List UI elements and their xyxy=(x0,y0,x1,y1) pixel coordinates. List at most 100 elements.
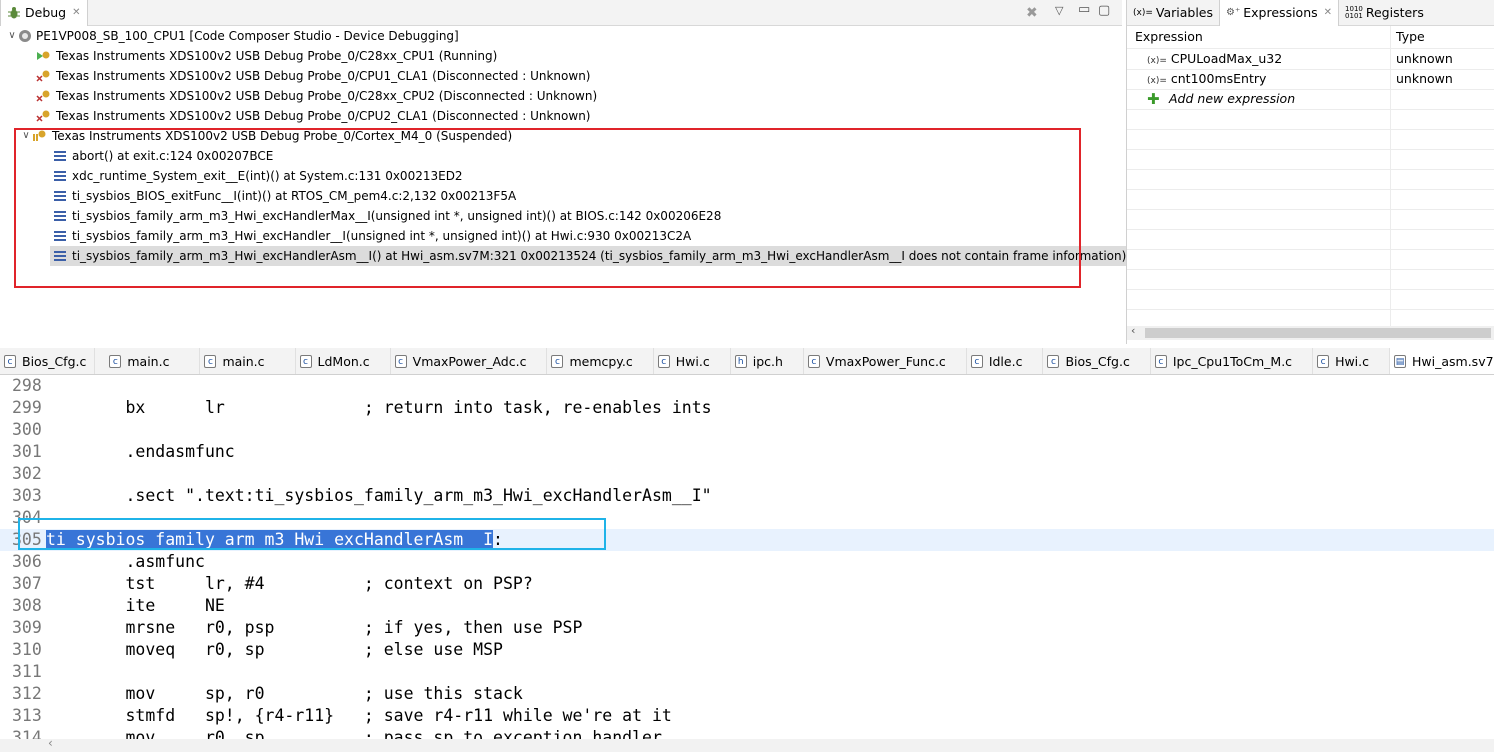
tab-expressions-label: Expressions xyxy=(1243,5,1318,20)
code-line: 313 stmfd sp!, {r4-r11} ; save r4-r11 wh… xyxy=(0,705,1494,727)
expression-var-icon: (x)= xyxy=(1147,56,1167,66)
label-annotation-box xyxy=(18,518,606,550)
editor-tab[interactable]: h ipc.h xyxy=(731,348,804,374)
close-icon[interactable]: ✕ xyxy=(1324,7,1332,18)
c-file-icon: c xyxy=(1154,354,1167,368)
editor-tab[interactable]: c memcpy.c xyxy=(547,348,654,374)
tree-probe-label: Texas Instruments XDS100v2 USB Debug Pro… xyxy=(56,89,598,103)
code-text: mov sp, r0 ; use this stack xyxy=(46,684,523,703)
editor-tab[interactable]: c Ipc_Cpu1ToCm_M.c xyxy=(1151,348,1314,374)
tree-root-label: PE1VP008_SB_100_CPU1 [Code Composer Stud… xyxy=(36,29,459,43)
tree-probe[interactable]: Texas Instruments XDS100v2 USB Debug Pro… xyxy=(36,86,597,106)
line-number: 300 xyxy=(12,420,42,439)
editor-tab[interactable]: c Idle.c xyxy=(967,348,1044,374)
tree-root[interactable]: ∨ PE1VP008_SB_100_CPU1 [Code Composer St… xyxy=(6,26,459,46)
editor-tab-label: Hwi.c xyxy=(1335,353,1370,369)
expression-name: cnt100msEntry xyxy=(1170,71,1267,86)
tab-variables[interactable]: (x)= Variables xyxy=(1127,0,1219,26)
editor-tab[interactable]: c Bios_Cfg.c xyxy=(0,348,96,374)
expression-row[interactable]: (x)= cnt100msEntry unknown xyxy=(1127,69,1494,89)
code-text: stmfd sp!, {r4-r11} ; save r4-r11 while … xyxy=(46,706,672,725)
debug-tabbar: Debug ✕ ✖ ▽ ▭ ▢ xyxy=(0,0,1122,26)
expression-row[interactable]: (x)= CPULoadMax_u32 unknown xyxy=(1127,49,1494,69)
remove-all-terminated-icon[interactable]: ✖ xyxy=(1026,5,1038,21)
line-number: 308 xyxy=(12,596,42,615)
tree-probe[interactable]: Texas Instruments XDS100v2 USB Debug Pro… xyxy=(36,106,590,126)
line-number: 307 xyxy=(12,574,42,593)
column-header-type[interactable]: Type xyxy=(1396,27,1425,47)
c-file-icon: c xyxy=(204,354,217,368)
asm-file-icon: ▤ xyxy=(1394,354,1407,368)
code-line: 302 xyxy=(0,463,1494,485)
close-icon[interactable]: ✕ xyxy=(72,7,80,18)
code-text: mrsne r0, psp ; if yes, then use PSP xyxy=(46,618,583,637)
line-number: 303 xyxy=(12,486,42,505)
chevron-down-icon[interactable]: ∨ xyxy=(6,26,18,46)
right-tabbar: (x)= Variables ⚙⁺ Expressions ✕ 1010 0101… xyxy=(1127,0,1494,26)
editor-tab-label: main.c xyxy=(222,353,265,369)
tab-variables-label: Variables xyxy=(1155,5,1214,20)
tab-expressions[interactable]: ⚙⁺ Expressions ✕ xyxy=(1219,0,1340,26)
h-file-icon: h xyxy=(734,354,747,368)
code-line: 299 bx lr ; return into task, re-enables… xyxy=(0,397,1494,419)
scroll-left-icon[interactable]: ‹ xyxy=(1131,324,1135,337)
horizontal-scrollbar[interactable]: ‹ xyxy=(1127,324,1494,340)
code-line: 309 mrsne r0, psp ; if yes, then use PSP xyxy=(0,617,1494,639)
tab-debug[interactable]: Debug ✕ xyxy=(0,0,88,26)
editor-tab[interactable]: c Hwi.c xyxy=(1313,348,1391,374)
editor-tab[interactable]: c VmaxPower_Func.c xyxy=(804,348,967,374)
code-text: .sect ".text:ti_sysbios_family_arm_m3_Hw… xyxy=(46,486,712,505)
editor-tab-label: ipc.h xyxy=(752,353,783,369)
line-number: 299 xyxy=(12,398,42,417)
editor-tab-active[interactable]: ▤ Hwi_asm.sv7M xyxy=(1390,348,1494,374)
add-new-expression[interactable]: ✚ Add new expression xyxy=(1127,89,1494,109)
editor-tab-label: Ipc_Cpu1ToCm_M.c xyxy=(1172,353,1293,369)
editor-tab[interactable]: c VmaxPower_Adc.c xyxy=(391,348,548,374)
editor-horizontal-scrollbar[interactable]: ‹ xyxy=(0,736,1494,752)
tab-registers[interactable]: 1010 0101 Registers xyxy=(1339,0,1430,26)
code-line: 307 tst lr, #4 ; context on PSP? xyxy=(0,573,1494,595)
line-number: 312 xyxy=(12,684,42,703)
code-editor[interactable]: 298 299 bx lr ; return into task, re-ena… xyxy=(0,375,1494,739)
editor-tab[interactable]: c Hwi.c xyxy=(654,348,731,374)
c-file-icon: c xyxy=(4,354,16,368)
code-text: moveq r0, sp ; else use MSP xyxy=(46,640,503,659)
tab-debug-label: Debug xyxy=(25,5,67,20)
editor-tab[interactable]: c LdMon.c xyxy=(296,348,391,374)
maximize-icon[interactable]: ▢ xyxy=(1098,3,1110,18)
disconnected-probe-icon xyxy=(36,108,52,124)
code-text: .asmfunc xyxy=(46,552,205,571)
expression-type: unknown xyxy=(1396,71,1453,86)
c-file-icon: c xyxy=(657,354,670,368)
code-text: tst lr, #4 ; context on PSP? xyxy=(46,574,533,593)
tree-probe-label: Texas Instruments XDS100v2 USB Debug Pro… xyxy=(56,69,591,83)
editor-tab[interactable]: c Bios_Cfg.c xyxy=(1043,348,1151,374)
expression-var-icon: (x)= xyxy=(1147,76,1167,86)
code-line: 311 xyxy=(0,661,1494,683)
code-line: 310 moveq r0, sp ; else use MSP xyxy=(0,639,1494,661)
line-number: 309 xyxy=(12,618,42,637)
expression-type: unknown xyxy=(1396,51,1453,66)
expression-name: CPULoadMax_u32 xyxy=(1170,51,1283,66)
editor-tab[interactable]: c main.c xyxy=(200,348,296,374)
editor-tab[interactable]: c main.c xyxy=(95,348,201,374)
code-line: 306 .asmfunc xyxy=(0,551,1494,573)
tree-probe[interactable]: Texas Instruments XDS100v2 USB Debug Pro… xyxy=(36,46,497,66)
scroll-left-icon[interactable]: ‹ xyxy=(48,736,53,750)
editor-tab-label: Hwi_asm.sv7M xyxy=(1412,353,1494,369)
running-probe-icon xyxy=(36,48,52,64)
tree-probe-label: Texas Instruments XDS100v2 USB Debug Pro… xyxy=(56,49,498,63)
plus-icon: ✚ xyxy=(1147,90,1160,108)
c-file-icon: c xyxy=(807,354,820,368)
editor-tab-label: Idle.c xyxy=(988,353,1023,369)
view-menu-icon[interactable]: ▽ xyxy=(1055,4,1063,17)
code-line: 298 xyxy=(0,375,1494,397)
minimize-icon[interactable]: ▭ xyxy=(1078,2,1090,17)
column-header-expression[interactable]: Expression xyxy=(1135,27,1203,47)
line-number: 311 xyxy=(12,662,42,681)
scrollbar-thumb[interactable] xyxy=(1145,328,1491,338)
code-text: mov r0, sp ; pass sp to exception handle… xyxy=(46,728,662,739)
line-number: 298 xyxy=(12,376,42,395)
line-number: 301 xyxy=(12,442,42,461)
tree-probe[interactable]: Texas Instruments XDS100v2 USB Debug Pro… xyxy=(36,66,590,86)
